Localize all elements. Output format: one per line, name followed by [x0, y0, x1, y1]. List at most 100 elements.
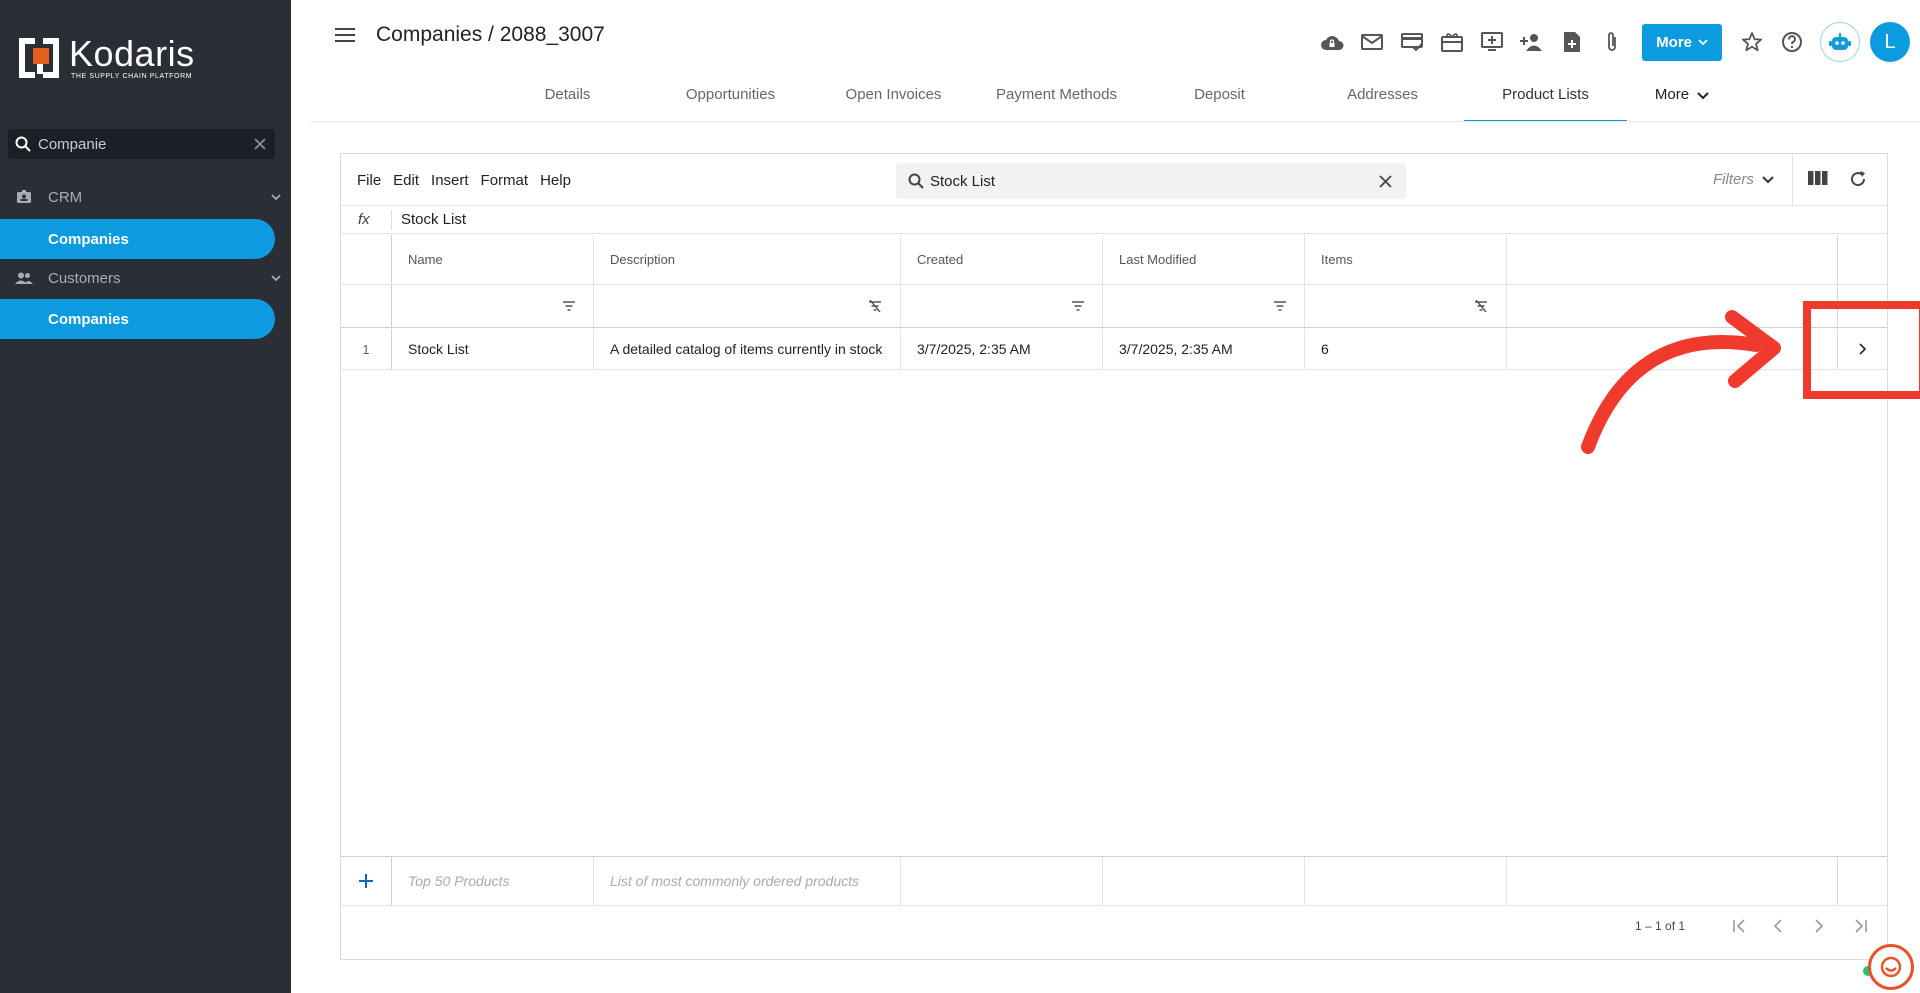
- filter-icon[interactable]: [1274, 301, 1286, 311]
- help-icon[interactable]: [1772, 27, 1812, 57]
- new-row-empty: [1507, 857, 1838, 905]
- sidebar-item-companies-crm[interactable]: Companies: [0, 219, 275, 259]
- first-page-icon[interactable]: [1732, 919, 1748, 938]
- column-header-empty: [1507, 235, 1838, 284]
- column-header-description[interactable]: Description: [594, 235, 901, 284]
- new-row-actions: [1838, 857, 1887, 905]
- search-icon: [908, 173, 924, 189]
- cell-description-text: A detailed catalog of items currently in…: [610, 341, 883, 357]
- chevron-down-icon: [261, 193, 291, 201]
- sidebar-item-companies-customers[interactable]: Companies: [0, 299, 275, 339]
- filter-row-number: [341, 285, 392, 327]
- avatar[interactable]: L: [1870, 22, 1910, 62]
- sidebar-group-crm[interactable]: CRM: [0, 179, 291, 215]
- open-row-button[interactable]: [1838, 329, 1887, 369]
- cell-description[interactable]: A detailed catalog of items currently in…: [594, 329, 901, 369]
- cell-empty: [1507, 329, 1838, 369]
- filters-dropdown[interactable]: Filters: [1713, 171, 1774, 188]
- tab-bar: Details Opportunities Open Invoices Paym…: [486, 78, 1737, 122]
- people-icon: [0, 272, 48, 284]
- cell-items[interactable]: 6: [1305, 329, 1507, 369]
- cell-name[interactable]: Stock List: [392, 329, 594, 369]
- mail-icon[interactable]: [1352, 27, 1392, 57]
- sidebar-search-input[interactable]: Companie: [38, 136, 245, 153]
- filter-cell-name[interactable]: [392, 285, 594, 327]
- menu-insert[interactable]: Insert: [431, 172, 469, 189]
- tab-details[interactable]: Details: [486, 78, 649, 122]
- chevron-down-icon: [1762, 175, 1774, 183]
- star-icon[interactable]: [1732, 27, 1772, 57]
- tab-payment-methods[interactable]: Payment Methods: [975, 78, 1138, 122]
- column-header-created[interactable]: Created: [901, 235, 1103, 284]
- sheet-search-input[interactable]: Stock List: [930, 173, 1379, 190]
- formula-bar: fx Stock List: [341, 206, 1887, 234]
- more-button[interactable]: More: [1642, 23, 1722, 61]
- row-number: 1: [341, 329, 392, 369]
- card-check-icon[interactable]: [1392, 27, 1432, 57]
- header: Companies / 2088_3007 More L Details Opp…: [291, 0, 1920, 122]
- clear-icon[interactable]: [1379, 174, 1392, 188]
- chevron-down-icon: [1698, 38, 1708, 45]
- tab-more-label: More: [1654, 86, 1690, 103]
- sheet-search[interactable]: Stock List: [896, 163, 1406, 199]
- formula-input[interactable]: Stock List: [401, 211, 466, 228]
- new-row-last-modified[interactable]: [1103, 857, 1305, 905]
- filter-cell-empty: [1507, 285, 1838, 327]
- plus-icon: [359, 874, 373, 888]
- tab-deposit[interactable]: Deposit: [1138, 78, 1301, 122]
- add-document-icon[interactable]: [1552, 27, 1592, 57]
- tab-open-invoices[interactable]: Open Invoices: [812, 78, 975, 122]
- refresh-icon[interactable]: [1849, 170, 1867, 193]
- filter-off-icon[interactable]: [1474, 300, 1488, 312]
- tab-more[interactable]: More: [1627, 78, 1737, 122]
- filter-cell-created[interactable]: [901, 285, 1103, 327]
- filter-cell-description[interactable]: [594, 285, 901, 327]
- new-row-created[interactable]: [901, 857, 1103, 905]
- tab-addresses[interactable]: Addresses: [1301, 78, 1464, 122]
- sidebar-group-label: CRM: [48, 188, 83, 206]
- column-header-items[interactable]: Items: [1305, 235, 1507, 284]
- last-page-icon[interactable]: [1852, 919, 1868, 938]
- new-row-description-input[interactable]: List of most commonly ordered products: [594, 857, 901, 905]
- cell-last-modified[interactable]: 3/7/2025, 2:35 AM: [1103, 329, 1305, 369]
- previous-page-icon[interactable]: [1773, 919, 1783, 938]
- attachment-icon[interactable]: [1592, 27, 1632, 57]
- column-header-name[interactable]: Name: [392, 235, 594, 284]
- add-row-button[interactable]: [341, 857, 392, 905]
- filter-cell-last-modified[interactable]: [1103, 285, 1305, 327]
- hamburger-menu-icon[interactable]: [335, 27, 355, 48]
- add-person-icon[interactable]: [1512, 27, 1552, 57]
- tab-product-lists[interactable]: Product Lists: [1464, 78, 1627, 122]
- sidebar-search[interactable]: Companie: [8, 129, 275, 159]
- new-row-name-input[interactable]: Top 50 Products: [392, 857, 594, 905]
- contact-card-icon: [0, 190, 48, 204]
- clear-icon[interactable]: [245, 138, 275, 150]
- product-lists-sheet: File Edit Insert Format Help Stock List …: [340, 153, 1888, 960]
- menu-help[interactable]: Help: [540, 172, 571, 189]
- toolbar-divider: [1792, 154, 1793, 206]
- filter-cell-items[interactable]: [1305, 285, 1507, 327]
- menu-format[interactable]: Format: [481, 172, 529, 189]
- next-page-icon[interactable]: [1814, 919, 1824, 938]
- menu-file[interactable]: File: [357, 172, 381, 189]
- chat-widget-icon[interactable]: [1868, 944, 1914, 990]
- sidebar-group-customers[interactable]: Customers: [0, 260, 291, 296]
- columns-icon[interactable]: [1808, 170, 1828, 191]
- cell-created[interactable]: 3/7/2025, 2:35 AM: [901, 329, 1103, 369]
- tab-opportunities[interactable]: Opportunities: [649, 78, 812, 122]
- pagination: 1 – 1 of 1: [341, 899, 1887, 959]
- gift-card-icon[interactable]: [1432, 27, 1472, 57]
- menu-edit[interactable]: Edit: [393, 172, 419, 189]
- cloud-lock-icon[interactable]: [1312, 27, 1352, 57]
- logo-tagline: THE SUPPLY CHAIN PLATFORM: [71, 72, 193, 80]
- screen-add-icon[interactable]: [1472, 27, 1512, 57]
- filter-off-icon[interactable]: [868, 300, 882, 312]
- table-row[interactable]: 1 Stock List A detailed catalog of items…: [341, 329, 1887, 370]
- page-title: Companies / 2088_3007: [376, 23, 605, 46]
- filter-icon[interactable]: [563, 301, 575, 311]
- new-row-items[interactable]: [1305, 857, 1507, 905]
- assistant-bot-icon[interactable]: [1820, 22, 1860, 62]
- filter-icon[interactable]: [1072, 301, 1084, 311]
- column-header-last-modified[interactable]: Last Modified: [1103, 235, 1305, 284]
- logo[interactable]: Kodaris THE SUPPLY CHAIN PLATFORM: [17, 35, 195, 80]
